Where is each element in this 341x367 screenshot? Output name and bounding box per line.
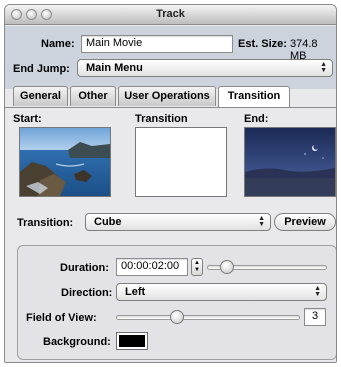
fov-slider-knob[interactable] (170, 310, 184, 324)
name-field[interactable]: Main Movie (81, 35, 233, 53)
duration-label: Duration: (60, 262, 109, 274)
stepper-up-icon[interactable]: ▲ (194, 260, 200, 266)
name-label: Name: (41, 38, 75, 50)
start-label: Start: (13, 113, 42, 125)
night-sky-image (245, 128, 335, 196)
tab-transition-label: Transition (227, 90, 281, 102)
transition-preview-label: Transition (135, 113, 188, 125)
background-color-swatch (119, 335, 145, 347)
preview-button[interactable]: Preview (274, 213, 336, 231)
tab-transition[interactable]: Transition (218, 86, 290, 108)
duration-slider[interactable] (207, 260, 327, 274)
window-title: Track (156, 8, 185, 20)
end-jump-popup[interactable]: Main Menu ▲ ▼ (77, 59, 333, 77)
end-jump-value: Main Menu (86, 62, 143, 74)
popup-arrows-icon: ▲ ▼ (320, 61, 327, 74)
transition-settings-group: Duration: 00:00:02:00 ▲ ▼ Direction: Lef… (17, 245, 336, 360)
tab-general[interactable]: General (13, 86, 68, 106)
title-bar: Track (5, 5, 336, 25)
tab-user-operations-label: User Operations (124, 90, 210, 102)
track-window: Track Name: Main Movie Est. Size: 374.8 … (4, 4, 337, 363)
field-of-view-slider[interactable] (116, 310, 300, 324)
popup-arrows-icon: ▲ ▼ (314, 285, 321, 298)
transition-value: Cube (94, 216, 122, 228)
tab-other-label: Other (78, 90, 108, 102)
popup-arrows-icon: ▲ ▼ (258, 215, 265, 228)
direction-popup[interactable]: Left ▲ ▼ (116, 283, 327, 301)
direction-label: Direction: (61, 287, 113, 299)
header-area: Name: Main Movie Est. Size: 374.8 MB End… (5, 26, 336, 89)
end-jump-label: End Jump: (13, 63, 70, 75)
duration-field[interactable]: 00:00:02:00 (116, 258, 188, 276)
transition-label: Transition: (17, 217, 74, 229)
stepper-down-icon[interactable]: ▼ (194, 267, 200, 273)
end-thumbnail (244, 127, 336, 197)
transition-tab-pane: Start: Transition End: Transition: Cube … (5, 107, 336, 362)
est-size-label: Est. Size: (238, 38, 287, 50)
transition-preview-thumbnail (135, 127, 227, 197)
direction-value: Left (125, 286, 146, 298)
tab-user-operations[interactable]: User Operations (118, 86, 216, 106)
tab-general-label: General (20, 90, 61, 102)
seascape-image (20, 128, 110, 196)
background-label: Background: (43, 336, 111, 348)
field-of-view-field[interactable]: 3 (304, 308, 326, 326)
start-thumbnail (19, 127, 111, 197)
tab-other[interactable]: Other (70, 86, 116, 106)
duration-slider-knob[interactable] (220, 260, 234, 274)
fov-slider-track (116, 315, 300, 320)
end-label: End: (244, 113, 269, 125)
background-color-well[interactable] (116, 332, 148, 350)
duration-stepper[interactable]: ▲ ▼ (191, 258, 203, 276)
field-of-view-label: Field of View: (26, 312, 97, 324)
transition-popup[interactable]: Cube ▲ ▼ (85, 213, 271, 231)
